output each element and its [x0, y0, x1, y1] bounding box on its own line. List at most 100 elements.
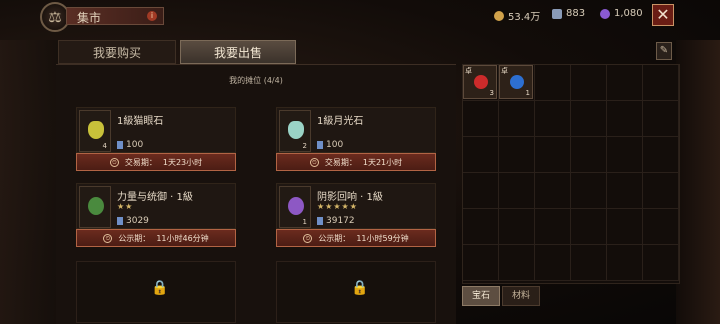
inventory-cell[interactable]: [643, 137, 679, 173]
crest-icon: [552, 8, 562, 19]
inventory-cell[interactable]: [535, 209, 571, 245]
inventory-cell[interactable]: [571, 245, 607, 281]
inventory-cell[interactable]: [463, 137, 499, 173]
stall-item-card[interactable]: 4 1級猫眼石 100 ⏲ 交易期： 1天23小时: [76, 107, 236, 175]
crest-icon: [117, 141, 123, 149]
orb-value: 1,080: [614, 8, 643, 19]
item-price: 100: [317, 140, 343, 150]
item-slot[interactable]: 1 阴影回响 · 1級 ★★★★★ 39172: [276, 183, 436, 229]
crest-value: 883: [566, 8, 586, 19]
clock-icon: ⏲: [309, 157, 319, 167]
inventory-item-ruby[interactable]: 卓 3: [463, 65, 497, 99]
inventory-cell[interactable]: [643, 101, 679, 137]
inventory-cell[interactable]: [535, 137, 571, 173]
title-bar: 集市 i: [66, 7, 164, 25]
inventory-item-sapphire[interactable]: 卓 1: [499, 65, 533, 99]
inventory-cell[interactable]: [499, 245, 535, 281]
inventory-tab-gems[interactable]: 宝石: [462, 286, 500, 306]
inventory-cell[interactable]: [643, 209, 679, 245]
item-name: 1級猫眼石: [117, 116, 164, 127]
publicity-period-bar: ⏲ 公示期： 11小时59分钟: [276, 229, 436, 247]
inventory-cell[interactable]: [643, 245, 679, 281]
price-value: 3029: [126, 216, 149, 226]
price-value: 39172: [326, 216, 355, 226]
inventory-cell[interactable]: [571, 65, 607, 101]
locked-slot: 🔒: [276, 261, 436, 323]
inventory-cell[interactable]: [499, 101, 535, 137]
inventory-cell[interactable]: [571, 101, 607, 137]
inventory-cell[interactable]: [463, 101, 499, 137]
info-icon[interactable]: i: [147, 11, 157, 21]
item-tag: 卓: [501, 67, 508, 75]
ruby-gem-icon: [474, 75, 488, 89]
crest-icon: [317, 217, 323, 225]
inventory-cell[interactable]: [535, 245, 571, 281]
inventory-tab-materials[interactable]: 材料: [502, 286, 540, 306]
item-quantity: 1: [525, 89, 530, 97]
inventory-grid: 卓 3 卓 1: [463, 65, 679, 281]
item-slot[interactable]: 4 1級猫眼石 100: [76, 107, 236, 153]
inventory-cell[interactable]: [463, 245, 499, 281]
stall-item-card[interactable]: 力量与统御 · 1級 ★★ 3029 ⏲ 公示期： 11小时46分钟: [76, 183, 236, 251]
stall-item-card[interactable]: 1 阴影回响 · 1級 ★★★★★ 39172 ⏲ 公示期： 11小时59分钟: [276, 183, 436, 251]
item-price: 100: [117, 140, 143, 150]
item-tag: 卓: [465, 67, 472, 75]
trade-period-bar: ⏲ 交易期： 1天23小时: [76, 153, 236, 171]
stall-panel: 我的摊位 (4/4) 4 1級猫眼石 100 ⏲ 交易期： 1天23小时 2 1…: [56, 64, 456, 324]
inventory-cell[interactable]: [607, 173, 643, 209]
inventory-cell[interactable]: [643, 65, 679, 101]
trade-period-bar: ⏲ 交易期： 1天21小时: [276, 153, 436, 171]
item-name: 1級月光石: [317, 116, 364, 127]
top-bar: ⚖ 集市 i 53.4万 883 1,080 ✕: [0, 0, 720, 34]
item-quantity: 4: [102, 142, 107, 150]
inventory-cell[interactable]: 卓 1: [499, 65, 535, 101]
gold-value: 53.4万: [508, 12, 541, 23]
inventory-cell[interactable]: [607, 137, 643, 173]
currency-orb: 1,080: [600, 8, 643, 19]
inventory-cell[interactable]: [463, 209, 499, 245]
inventory-cell[interactable]: [571, 209, 607, 245]
item-slot[interactable]: 力量与统御 · 1級 ★★ 3029: [76, 183, 236, 229]
item-icon-box: 1: [279, 186, 311, 228]
inventory-cell[interactable]: [535, 65, 571, 101]
inventory-cell[interactable]: [535, 173, 571, 209]
status-time: 11小时59分钟: [356, 233, 409, 243]
moonstone-gem-icon: [288, 121, 304, 139]
item-stars: ★★: [117, 202, 134, 211]
currency-crest: 883: [552, 8, 585, 19]
inventory-cell[interactable]: [463, 173, 499, 209]
inventory-cell[interactable]: [499, 173, 535, 209]
status-label: 公示期：: [318, 233, 351, 243]
inventory-tabs: 宝石 材料: [462, 286, 582, 308]
inventory-cell[interactable]: [535, 101, 571, 137]
inventory-cell[interactable]: [499, 209, 535, 245]
inventory-cell[interactable]: 卓 3: [463, 65, 499, 101]
inventory-panel: 卓 3 卓 1: [462, 64, 680, 284]
clock-icon: ⏲: [109, 157, 119, 167]
close-button[interactable]: ✕: [652, 4, 674, 26]
item-quantity: 1: [302, 218, 307, 226]
inventory-cell[interactable]: [571, 173, 607, 209]
status-time: 1天21小时: [362, 157, 403, 167]
price-value: 100: [126, 140, 144, 150]
tab-sell[interactable]: 我要出售: [180, 40, 296, 64]
inventory-cell[interactable]: [499, 137, 535, 173]
inventory-cell[interactable]: [607, 65, 643, 101]
item-price: 39172: [317, 216, 355, 226]
inventory-cell[interactable]: [571, 137, 607, 173]
publicity-period-bar: ⏲ 公示期： 11小时46分钟: [76, 229, 236, 247]
tab-buy[interactable]: 我要购买: [58, 40, 176, 64]
stall-item-card[interactable]: 2 1級月光石 100 ⏲ 交易期： 1天21小时: [276, 107, 436, 175]
status-time: 1天23小时: [162, 157, 203, 167]
item-icon-box: 2: [279, 110, 311, 152]
inventory-cell[interactable]: [607, 101, 643, 137]
inventory-cell[interactable]: [607, 245, 643, 281]
item-price: 3029: [117, 216, 149, 226]
inventory-cell[interactable]: [607, 209, 643, 245]
locked-slot: 🔒: [76, 261, 236, 323]
page-title: 集市: [77, 11, 102, 25]
edit-icon[interactable]: ✎: [656, 42, 672, 60]
inventory-cell[interactable]: [643, 173, 679, 209]
clock-icon: ⏲: [303, 233, 313, 243]
item-slot[interactable]: 2 1級月光石 100: [276, 107, 436, 153]
